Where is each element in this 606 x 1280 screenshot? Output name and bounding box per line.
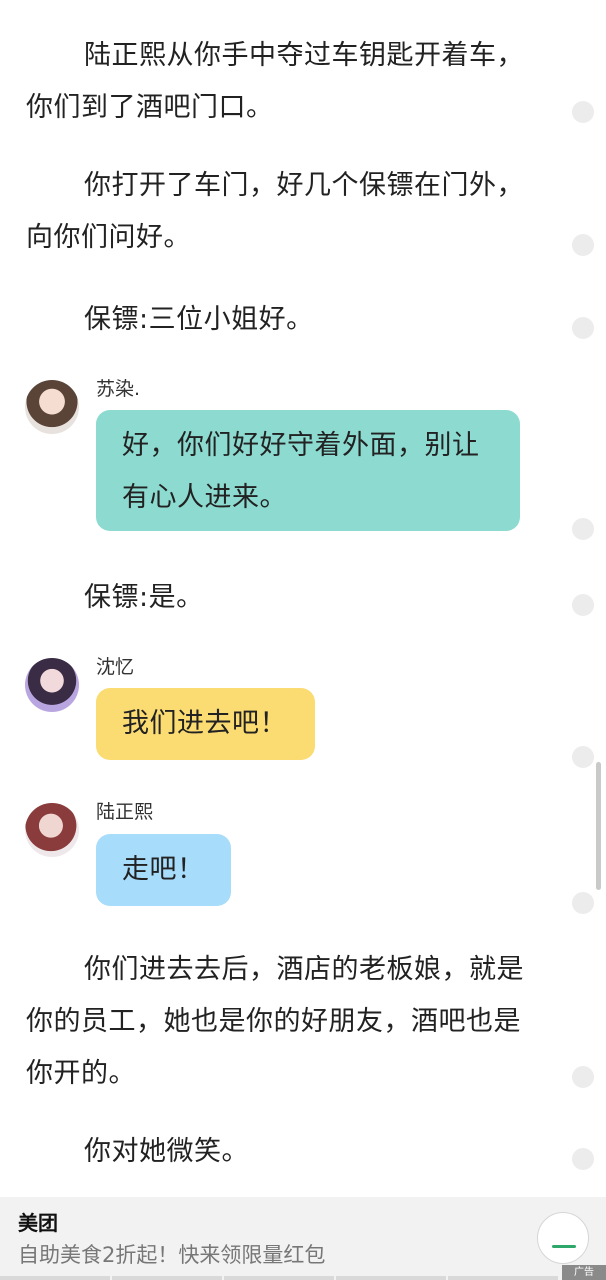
comment-dot[interactable]: [572, 234, 594, 256]
ad-action-button[interactable]: [537, 1212, 589, 1264]
scrollbar[interactable]: [596, 762, 601, 890]
speaker-name: 陆正熙: [96, 801, 154, 823]
ad-divider: [0, 1276, 560, 1280]
avatar[interactable]: [25, 658, 79, 712]
ad-label: 广告: [562, 1265, 606, 1280]
comment-dot[interactable]: [572, 317, 594, 339]
avatar[interactable]: [25, 803, 79, 857]
ad-title: 美团: [18, 1211, 58, 1235]
speaker-name: 沈忆: [96, 656, 135, 678]
comment-dot[interactable]: [572, 518, 594, 540]
minus-icon: [552, 1245, 576, 1248]
narration-paragraph: 保镖:三位小姐好。: [84, 304, 314, 335]
chat-bubble: 好，你们好好守着外面，别让有心人进来。: [96, 410, 520, 531]
ad-banner[interactable]: 美团 自助美食2折起！快来领限量红包: [0, 1197, 606, 1280]
comment-dot[interactable]: [572, 1066, 594, 1088]
comment-dot[interactable]: [572, 892, 594, 914]
comment-dot[interactable]: [572, 1148, 594, 1170]
speaker-name: 苏染.: [96, 378, 141, 400]
narration-paragraph: 陆正熙从你手中夺过车钥匙开着车，你们到了酒吧门口。: [26, 40, 524, 123]
avatar[interactable]: [25, 380, 79, 434]
chat-bubble: 走吧！: [96, 834, 231, 906]
narration-paragraph: 你们进去去后，酒店的老板娘，就是你的员工，她也是你的好朋友，酒吧也是你开的。: [26, 954, 524, 1089]
comment-dot[interactable]: [572, 746, 594, 768]
chat-bubble: 我们进去吧！: [96, 688, 315, 760]
narration-paragraph: 保镖:是。: [84, 582, 204, 613]
narration-paragraph: 你打开了车门，好几个保镖在门外，向你们问好。: [26, 170, 524, 253]
ad-text: 自助美食2折起！快来领限量红包: [18, 1243, 326, 1267]
narration-paragraph: 你对她微笑。: [84, 1136, 249, 1167]
comment-dot[interactable]: [572, 101, 594, 123]
comment-dot[interactable]: [572, 594, 594, 616]
